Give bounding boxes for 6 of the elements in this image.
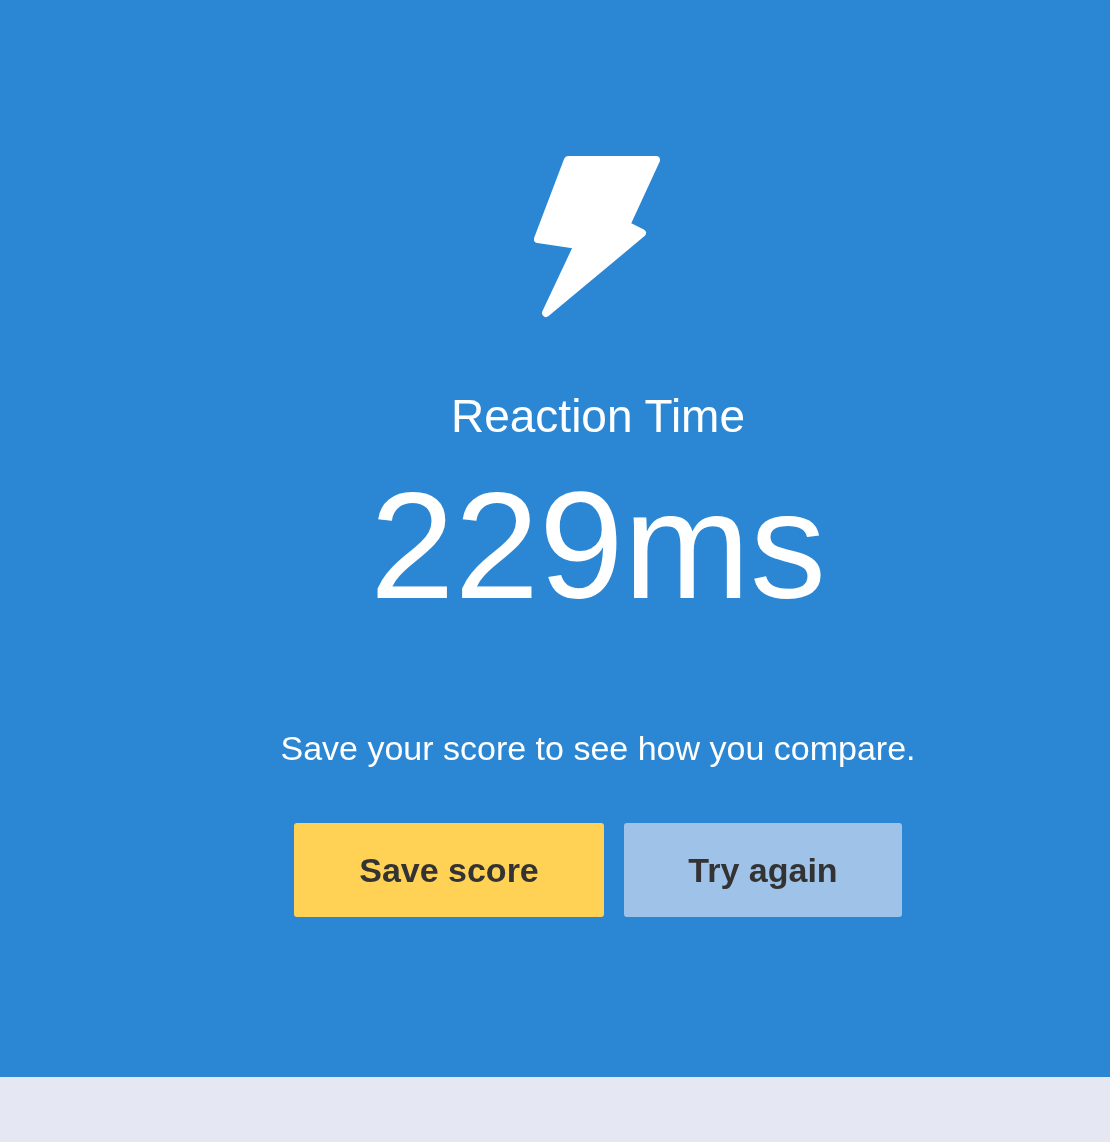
message-text: Save your score to see how you compare. xyxy=(280,731,916,765)
try-again-button[interactable]: Try again xyxy=(624,823,902,917)
result-time: 229ms xyxy=(369,469,827,621)
save-score-button[interactable]: Save score xyxy=(294,823,604,917)
test-title: Reaction Time xyxy=(451,393,745,439)
lightning-bolt-icon xyxy=(534,155,662,319)
